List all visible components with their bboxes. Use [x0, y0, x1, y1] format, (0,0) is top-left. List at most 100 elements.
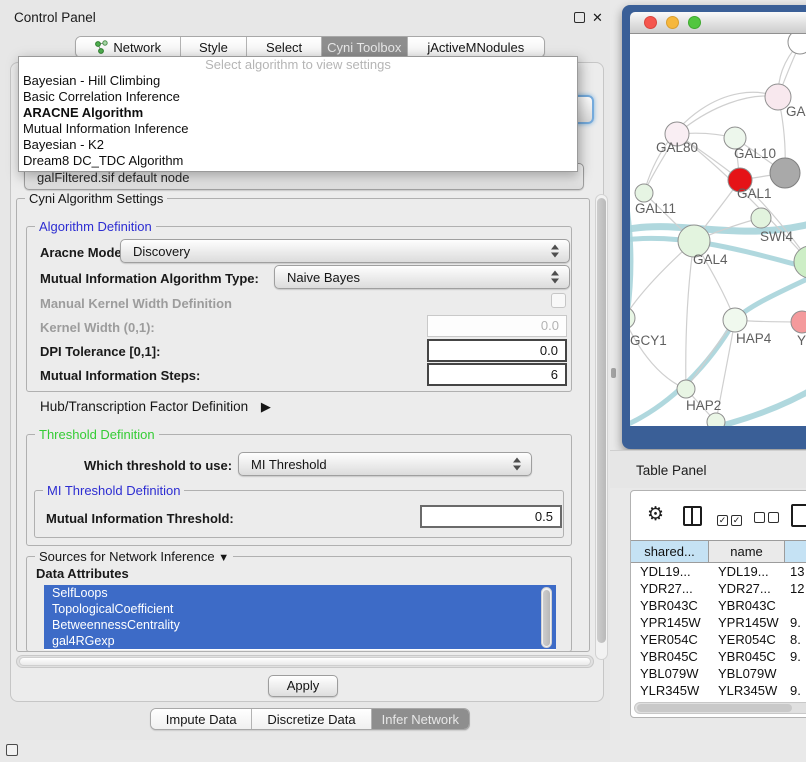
algorithm-definition-title: Algorithm Definition — [35, 219, 156, 234]
column-header-name[interactable]: name — [709, 541, 785, 562]
apply-button[interactable]: Apply — [268, 675, 338, 697]
attributes-list-scrollbar-thumb[interactable] — [543, 590, 550, 646]
network-node[interactable] — [630, 307, 635, 329]
mi-type-combobox[interactable]: Naive Bayes — [274, 265, 570, 289]
deselect-all-checkboxes-icon[interactable] — [754, 510, 782, 528]
tab-select-label: Select — [266, 40, 302, 55]
tab-jactivemnodules[interactable]: jActiveMNodules — [408, 37, 544, 57]
algorithm-option[interactable]: Bayesian - Hill Climbing — [19, 73, 577, 89]
cell: 13 — [785, 563, 806, 580]
node-label: GAL4 — [693, 252, 728, 267]
network-node[interactable] — [677, 380, 695, 398]
node-label: HAP2 — [686, 398, 721, 413]
mi-steps-field[interactable]: 6 — [427, 363, 567, 386]
aracne-mode-combobox[interactable]: Discovery — [120, 239, 570, 263]
mi-threshold-field[interactable]: 0.5 — [420, 505, 562, 528]
algorithm-option[interactable]: Bayesian - K2 — [19, 137, 577, 153]
table-horizontal-scrollbar-thumb[interactable] — [637, 704, 792, 712]
new-table-icon[interactable] — [791, 504, 806, 527]
close-panel-icon[interactable]: ✕ — [592, 11, 603, 24]
hub-definition-section[interactable]: Hub/Transcription Factor Definition ▶ — [40, 399, 271, 415]
network-node-gray[interactable] — [770, 158, 800, 188]
close-window-icon[interactable] — [644, 16, 657, 29]
tab-discretize-data[interactable]: Discretize Data — [252, 709, 371, 729]
manual-kernel-label: Manual Kernel Width Definition — [40, 296, 232, 311]
float-panel-icon[interactable] — [574, 12, 585, 23]
network-node[interactable] — [723, 308, 747, 332]
table-row[interactable]: YBL079W YBL079W — [631, 665, 806, 682]
column-header-shared-name[interactable]: shared... — [631, 541, 709, 562]
table-settings-gear-icon[interactable]: ⚙ — [647, 505, 664, 524]
attribute-item[interactable]: TopologicalCoefficient — [44, 601, 556, 617]
table-row[interactable]: YPR145W YPR145W 9. — [631, 614, 806, 631]
node-label: Y — [797, 333, 806, 348]
table-row[interactable]: YDR27... YDR27... 12 — [631, 580, 806, 597]
settings-horizontal-scrollbar[interactable] — [16, 655, 594, 668]
column-header-partial[interactable] — [785, 541, 806, 562]
stepper-arrows-icon — [551, 245, 560, 258]
settings-vertical-scrollbar[interactable] — [595, 194, 608, 660]
mi-type-label: Mutual Information Algorithm Type: — [40, 271, 259, 286]
tab-cyni-toolbox[interactable]: Cyni Toolbox — [322, 37, 408, 57]
network-node[interactable] — [794, 246, 806, 278]
settings-vertical-scrollbar-thumb[interactable] — [597, 198, 606, 643]
attribute-item[interactable]: gal4RGexp — [44, 633, 556, 649]
zoom-window-icon[interactable] — [688, 16, 701, 29]
checked-box-icon: ✓ — [717, 515, 728, 526]
tab-network[interactable]: Network — [76, 37, 181, 57]
column-divider — [691, 508, 693, 524]
tab-style[interactable]: Style — [181, 37, 248, 57]
cell: YER054C — [631, 631, 709, 648]
cyni-settings-group-title: Cyni Algorithm Settings — [25, 191, 167, 206]
which-threshold-label: Which threshold to use: — [84, 458, 232, 473]
algorithm-option-selected[interactable]: ARACNE Algorithm — [19, 105, 577, 121]
table-panel-header: Table Panel — [610, 450, 806, 488]
attribute-item[interactable]: BetweennessCentrality — [44, 617, 556, 633]
settings-horizontal-scrollbar-thumb[interactable] — [19, 657, 591, 666]
node-label: SWI4 — [760, 229, 793, 244]
threshold-definition-title: Threshold Definition — [35, 427, 159, 442]
collapse-arrow-icon[interactable]: ▼ — [218, 552, 229, 564]
kernel-width-label: Kernel Width (0,1): — [40, 320, 155, 335]
manual-kernel-checkbox[interactable] — [551, 293, 566, 308]
cell: YLR345W — [631, 682, 709, 699]
data-attributes-label: Data Attributes — [36, 566, 129, 581]
network-node-salmon[interactable] — [791, 311, 806, 333]
attribute-item[interactable]: SelfLoops — [44, 585, 556, 601]
cell: YDL19... — [709, 563, 785, 580]
table-row[interactable]: YBR045C YBR045C 9. — [631, 648, 806, 665]
network-node[interactable] — [635, 184, 653, 202]
network-window-titlebar[interactable] — [630, 12, 806, 34]
table-row[interactable]: YER054C YER054C 8. — [631, 631, 806, 648]
tab-select[interactable]: Select — [247, 37, 322, 57]
tab-infer-network[interactable]: Infer Network — [372, 709, 469, 729]
dpi-tolerance-field[interactable]: 0.0 — [427, 339, 567, 362]
algorithm-option[interactable]: Mutual Information Inference — [19, 121, 577, 137]
column-layout-icon[interactable] — [683, 506, 702, 526]
panel-splitter-handle[interactable] — [611, 368, 616, 378]
table-horizontal-scrollbar[interactable] — [634, 702, 806, 714]
cell: YPR145W — [631, 614, 709, 631]
tab-discretize-data-label: Discretize Data — [267, 712, 355, 727]
aracne-mode-value: Discovery — [133, 240, 190, 264]
table-row[interactable]: YBR043C YBR043C — [631, 597, 806, 614]
network-node[interactable] — [751, 208, 771, 228]
table-row[interactable]: YDL19... YDL19... 13 — [631, 563, 806, 580]
attributes-list-scrollbar[interactable] — [541, 587, 552, 648]
network-canvas[interactable]: GAL GAL80 GAL10 GAL1 GAL11 SWI4 GAL4 GCY… — [630, 34, 806, 426]
algorithm-option[interactable]: Basic Correlation Inference — [19, 89, 577, 105]
minimized-panel-icon[interactable] — [6, 744, 18, 756]
network-node[interactable] — [707, 413, 725, 426]
checked-box-icon: ✓ — [731, 515, 742, 526]
algorithm-option[interactable]: Dream8 DC_TDC Algorithm — [19, 153, 577, 169]
select-all-checkboxes-icon[interactable]: ✓✓ — [717, 510, 745, 528]
minimize-window-icon[interactable] — [666, 16, 679, 29]
expand-arrow-icon[interactable]: ▶ — [261, 399, 271, 414]
tab-impute-data[interactable]: Impute Data — [151, 709, 252, 729]
network-node[interactable] — [788, 34, 806, 54]
cell: YBR043C — [631, 597, 709, 614]
kernel-width-field[interactable]: 0.0 — [427, 315, 567, 337]
mi-threshold-definition-title: MI Threshold Definition — [43, 483, 184, 498]
which-threshold-combobox[interactable]: MI Threshold — [238, 452, 532, 476]
table-row[interactable]: YLR345W YLR345W 9. — [631, 682, 806, 699]
